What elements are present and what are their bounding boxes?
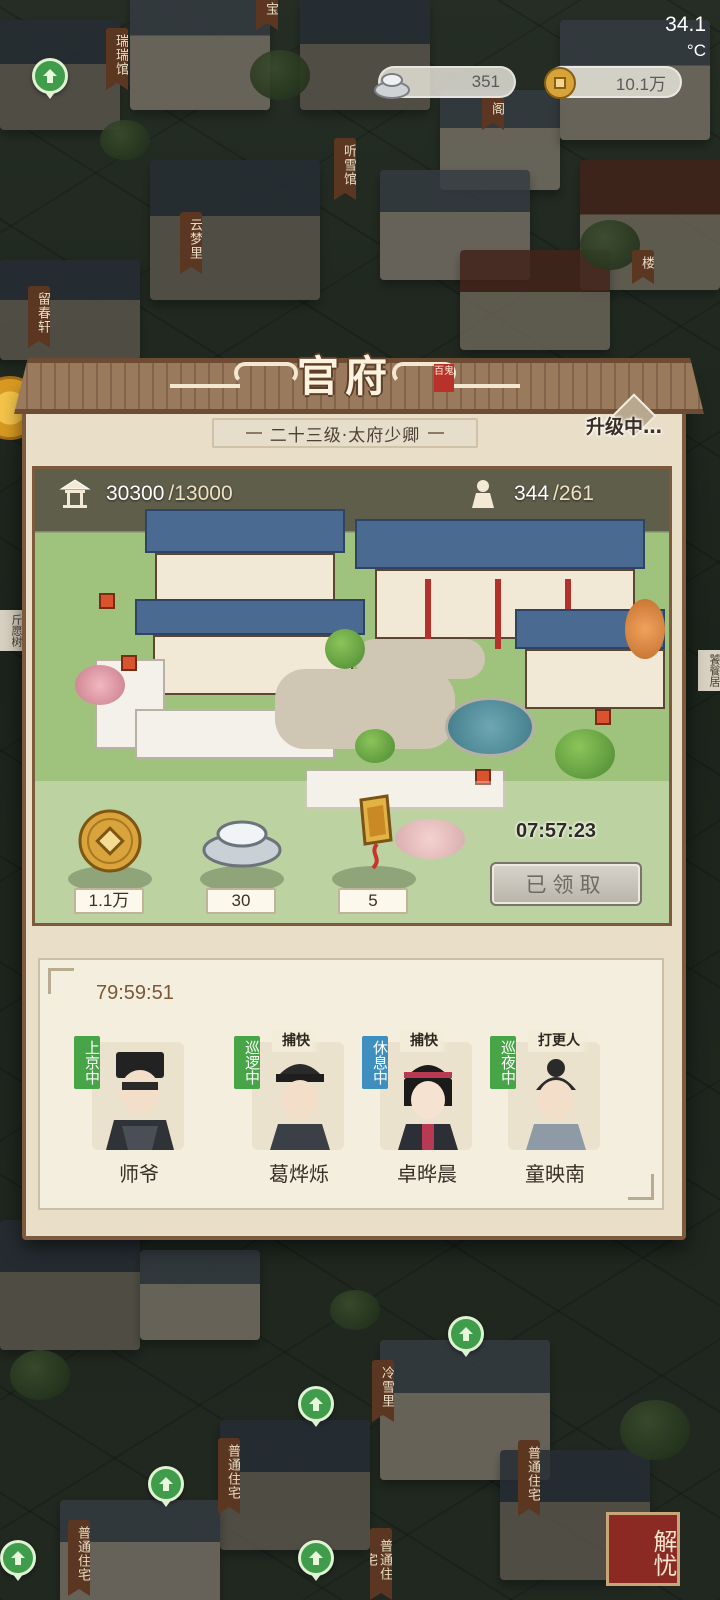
population-stat[interactable]: 344 /261 [466, 476, 594, 512]
status-badge: 巡逻中 [234, 1036, 261, 1089]
member-name: 童映南 [525, 1162, 585, 1186]
status-badge: 上京中 [74, 1036, 101, 1089]
district-tag[interactable]: 普通住宅 [218, 1438, 240, 1514]
staff-timer: 79:59:51 [96, 982, 174, 1004]
silver-value: 351 [471, 72, 500, 91]
jieyou-label: 解忧 [649, 1529, 677, 1577]
constable-portrait [398, 1065, 458, 1150]
reward-timer: 07:57:23 [516, 820, 597, 842]
reward-count: 1.1万 [74, 888, 144, 914]
jieyou-button[interactable]: 解忧 [606, 1512, 680, 1586]
member-name: 卓晔晨 [397, 1162, 457, 1186]
rank-label: 二十三级·太府少卿 [212, 418, 478, 448]
token-plaque-icon [359, 794, 393, 870]
staff-member-ge[interactable]: 捕快 巡逻中 葛烨烁 [234, 1030, 354, 1186]
temperature-value: 34.1 [665, 13, 706, 36]
pavilion-icon [59, 479, 91, 508]
status-badge: 休息中 [362, 1036, 389, 1089]
reward-count: 5 [338, 888, 408, 914]
rank-text: 二十三级·太府少卿 [269, 425, 421, 446]
panel-title: 官府 [296, 351, 393, 401]
upgrading-status[interactable]: 升级中… [586, 412, 662, 439]
constable-portrait [270, 1064, 330, 1150]
copper-coin-icon [544, 67, 576, 99]
status-badge: 巡夜中 [490, 1036, 517, 1089]
district-tag[interactable]: 普通住宅 [518, 1440, 540, 1516]
seal-stamp: 百鬼 [434, 364, 454, 392]
staff-member-shiye[interactable]: 上京中 师爷 [74, 1032, 194, 1186]
silver-counter[interactable]: 351 [374, 66, 516, 99]
district-tag[interactable]: 留春轩 [28, 286, 50, 348]
silver-ingot-icon [374, 73, 410, 99]
reward-token[interactable]: 5 [326, 794, 422, 914]
copper-coin-icon [78, 809, 142, 873]
coin-counter[interactable]: 10.1万 [544, 66, 682, 99]
silver-ingot-icon [202, 820, 282, 868]
district-tag[interactable]: 瑞瑞馆 [106, 28, 128, 90]
district-tag[interactable]: 听雪馆 [334, 138, 356, 200]
reward-silver[interactable]: 30 [194, 806, 290, 914]
upgrade-arrow-icon[interactable] [148, 1466, 184, 1502]
reward-coins[interactable]: 1.1万 [62, 806, 158, 914]
temperature-display: 34.1 °C [665, 14, 706, 62]
district-tag[interactable]: 云梦里 [180, 212, 202, 274]
side-tab-left[interactable]: 斤愿树 [0, 610, 23, 651]
member-name: 葛烨烁 [269, 1162, 329, 1186]
upgrade-arrow-icon[interactable] [298, 1540, 334, 1576]
population-target: /261 [553, 482, 594, 505]
coin-value: 10.1万 [615, 74, 666, 94]
district-tag[interactable]: 普通住宅 [68, 1520, 90, 1596]
population-current: 344 [514, 482, 550, 505]
side-tab-right[interactable]: 饕餮居 [698, 650, 720, 691]
upgrade-arrow-icon[interactable] [0, 1540, 36, 1576]
district-tag[interactable]: 普通住宅 [370, 1528, 392, 1600]
staff-member-zhuo[interactable]: 捕快 休息中 卓晔晨 [362, 1030, 482, 1186]
prosperity-current: 30300 [106, 482, 165, 505]
claimed-button[interactable]: 已领取 [490, 862, 642, 906]
temperature-unit: °C [686, 41, 706, 60]
reward-count: 30 [206, 888, 276, 914]
staff-member-tong[interactable]: 打更人 巡夜中 童映南 [490, 1030, 610, 1186]
advisor-portrait [106, 1052, 174, 1150]
prosperity-target: /13000 [168, 482, 233, 505]
district-tag[interactable]: 冷雪里 [372, 1360, 394, 1422]
upgrade-arrow-icon[interactable] [448, 1316, 484, 1352]
prosperity-stat[interactable]: 30300 /13000 [58, 476, 233, 512]
person-icon [472, 480, 494, 508]
upgrade-arrow-icon[interactable] [32, 58, 68, 94]
watchman-portrait [526, 1059, 586, 1150]
member-name: 师爷 [119, 1162, 159, 1186]
upgrade-arrow-icon[interactable] [298, 1386, 334, 1422]
